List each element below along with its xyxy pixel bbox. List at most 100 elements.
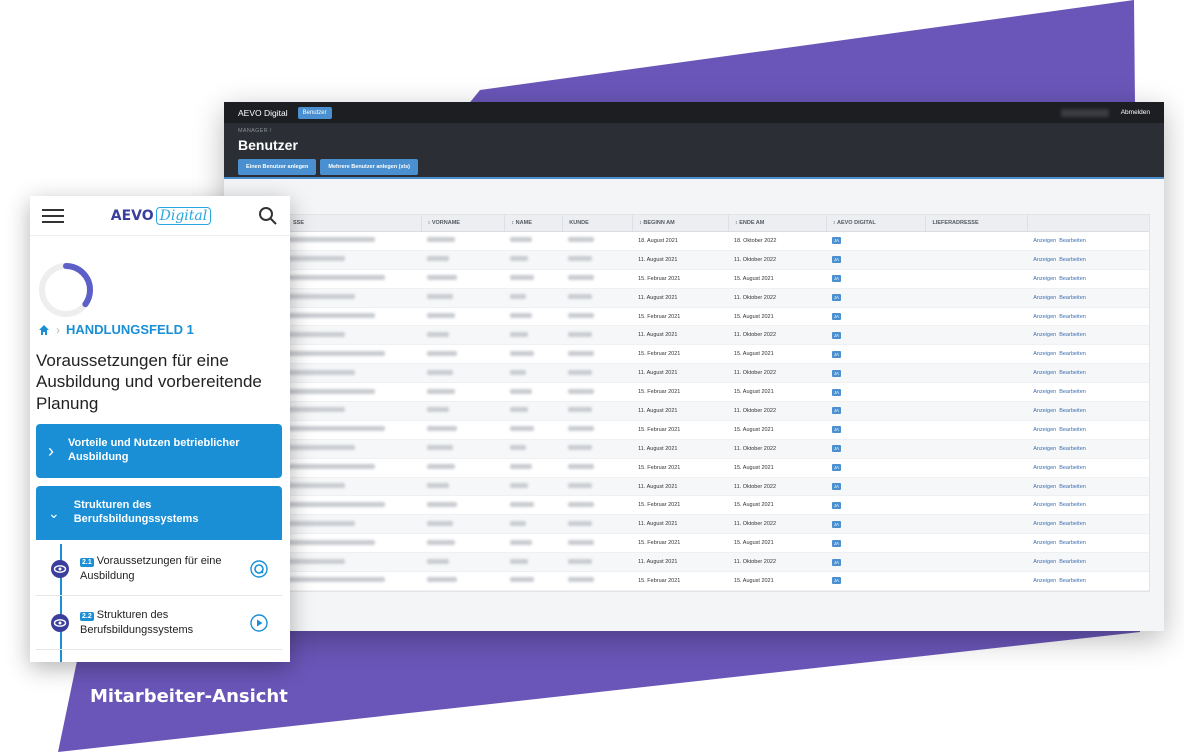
show-link[interactable]: Anzeigen bbox=[1033, 559, 1056, 565]
edit-link[interactable]: Bearbeiten bbox=[1059, 521, 1086, 527]
show-link[interactable]: Anzeigen bbox=[1033, 465, 1056, 471]
cell-vorname bbox=[421, 294, 505, 301]
cell-beginn: 11. August 2021 bbox=[638, 370, 678, 377]
cell-ende: 15. August 2021 bbox=[733, 351, 774, 358]
cell-kunde bbox=[562, 426, 632, 433]
edit-link[interactable]: Bearbeiten bbox=[1059, 370, 1086, 376]
show-link[interactable]: Anzeigen bbox=[1033, 351, 1056, 357]
edit-link[interactable]: Bearbeiten bbox=[1059, 408, 1086, 414]
column-header-beginn[interactable]: ↕ BEGINN AM bbox=[632, 215, 728, 231]
edit-link[interactable]: Bearbeiten bbox=[1059, 314, 1086, 320]
column-header-ende[interactable]: ↕ ENDE AM bbox=[727, 215, 826, 231]
edit-link[interactable]: Bearbeiten bbox=[1059, 484, 1086, 490]
edit-link[interactable]: Bearbeiten bbox=[1059, 427, 1086, 433]
cell-kunde bbox=[562, 350, 632, 358]
show-link[interactable]: Anzeigen bbox=[1033, 502, 1056, 508]
edit-link[interactable]: Bearbeiten bbox=[1059, 332, 1086, 338]
cell-ende: 11. Oktober 2022 bbox=[733, 445, 777, 452]
edit-link[interactable]: Bearbeiten bbox=[1059, 351, 1086, 357]
cell-beginn: 11. August 2021 bbox=[638, 332, 678, 339]
table-row: 11. August 2021 11. Oktober 2022 JA Anzeige… bbox=[239, 553, 1149, 573]
cell-name bbox=[504, 539, 562, 547]
show-link[interactable]: Anzeigen bbox=[1033, 389, 1056, 395]
show-link[interactable]: Anzeigen bbox=[1033, 446, 1056, 452]
accordion-vorteile[interactable]: › Vorteile und Nutzen betrieblicher Ausb… bbox=[36, 424, 282, 478]
cell-aevo-digital: JA bbox=[826, 237, 926, 245]
show-link[interactable]: Anzeigen bbox=[1033, 257, 1056, 263]
cell-kunde bbox=[562, 407, 632, 414]
table-row: 18. August 2021 18. Oktober 2022 JA Anzeige… bbox=[239, 232, 1149, 251]
status-badge: JA bbox=[831, 313, 841, 320]
play-icon[interactable] bbox=[250, 613, 268, 632]
cell-beginn: 11. August 2021 bbox=[638, 445, 678, 452]
cell-vorname bbox=[421, 558, 505, 566]
eye-icon bbox=[51, 613, 69, 632]
cell-aevo-digital: JA bbox=[826, 520, 926, 528]
edit-link[interactable]: Bearbeiten bbox=[1059, 540, 1086, 546]
cell-vorname bbox=[421, 520, 505, 528]
edit-link[interactable]: Bearbeiten bbox=[1059, 578, 1086, 584]
show-link[interactable]: Anzeigen bbox=[1033, 276, 1056, 282]
show-link[interactable]: Anzeigen bbox=[1033, 408, 1056, 414]
column-header-kunde[interactable]: KUNDE bbox=[562, 215, 632, 231]
logout-link[interactable]: Abmelden bbox=[1121, 109, 1150, 116]
lesson-item[interactable]: 2.2 Strukturen des Berufsbildungssystems bbox=[36, 596, 282, 650]
show-link[interactable]: Anzeigen bbox=[1033, 540, 1056, 546]
edit-link[interactable]: Bearbeiten bbox=[1059, 276, 1086, 282]
breadcrumb[interactable]: MANAGER / bbox=[238, 128, 1150, 134]
accordion-label: Vorteile und Nutzen betrieblicher Ausbil… bbox=[68, 437, 240, 463]
edit-link[interactable]: Bearbeiten bbox=[1059, 257, 1086, 263]
cell-kunde bbox=[562, 256, 632, 263]
cell-aevo-digital: JA bbox=[826, 426, 926, 434]
home-icon[interactable] bbox=[38, 324, 50, 336]
lesson-item[interactable]: 2.1 Voraussetzungen für eine Ausbildung bbox=[36, 542, 282, 596]
column-header-lieferadresse[interactable]: LIEFERADRESSE bbox=[925, 215, 1027, 231]
create-multiple-users-button[interactable]: Mehrere Benutzer anlegen (xls) bbox=[320, 159, 418, 175]
edit-link[interactable]: Bearbeiten bbox=[1059, 238, 1086, 244]
mobile-view: AEVO Digital › HANDLUNGSFELD 1 Voraussetz… bbox=[30, 196, 290, 662]
cell-kunde bbox=[562, 558, 632, 566]
cell-beginn: 15. Februar 2021 bbox=[638, 351, 681, 358]
breadcrumb-current[interactable]: HANDLUNGSFELD 1 bbox=[66, 322, 194, 337]
edit-link[interactable]: Bearbeiten bbox=[1059, 389, 1086, 395]
search-icon[interactable] bbox=[258, 206, 278, 226]
cell-actions: Anzeigen Bearbeiten bbox=[1027, 351, 1149, 357]
show-link[interactable]: Anzeigen bbox=[1033, 314, 1056, 320]
page-header: MANAGER / Benutzer Einen Benutzer anlege… bbox=[224, 123, 1164, 179]
show-link[interactable]: Anzeigen bbox=[1033, 521, 1056, 527]
breadcrumb: › HANDLUNGSFELD 1 bbox=[38, 322, 194, 337]
edit-link[interactable]: Bearbeiten bbox=[1059, 559, 1086, 565]
cell-name bbox=[504, 501, 562, 509]
cell-actions: Anzeigen Bearbeiten bbox=[1027, 257, 1149, 263]
brand-label[interactable]: AEVO Digital bbox=[238, 108, 288, 118]
show-link[interactable]: Anzeigen bbox=[1033, 370, 1056, 376]
edit-link[interactable]: Bearbeiten bbox=[1059, 295, 1086, 301]
create-user-button[interactable]: Einen Benutzer anlegen bbox=[238, 159, 317, 175]
show-link[interactable]: Anzeigen bbox=[1033, 295, 1056, 301]
accordion-strukturen[interactable]: ⌄ Strukturen des Berufsbildungssystems bbox=[36, 486, 282, 540]
show-link[interactable]: Anzeigen bbox=[1033, 578, 1056, 584]
status-badge: JA bbox=[831, 388, 841, 396]
edit-link[interactable]: Bearbeiten bbox=[1059, 502, 1086, 508]
menu-icon[interactable] bbox=[42, 208, 64, 223]
cell-ende: 11. Oktober 2022 bbox=[733, 370, 777, 377]
edit-link[interactable]: Bearbeiten bbox=[1059, 465, 1086, 471]
cell-actions: Anzeigen Bearbeiten bbox=[1027, 578, 1149, 584]
status-badge: JA bbox=[831, 275, 841, 283]
cell-actions: Anzeigen Bearbeiten bbox=[1027, 370, 1149, 376]
cell-ende: 18. Oktober 2022 bbox=[733, 237, 777, 244]
column-header-name[interactable]: ↕ NAME bbox=[504, 215, 562, 231]
cell-kunde bbox=[562, 275, 632, 282]
quiz-icon[interactable] bbox=[250, 559, 268, 578]
status-badge: JA bbox=[831, 256, 841, 264]
nav-tab-benutzer[interactable]: Benutzer bbox=[297, 106, 332, 119]
show-link[interactable]: Anzeigen bbox=[1033, 332, 1056, 338]
column-header-aevo-digital[interactable]: ↕ AEVO DIGITAL bbox=[825, 215, 926, 231]
column-header-vorname[interactable]: ↕ VORNAME bbox=[420, 215, 505, 231]
show-link[interactable]: Anzeigen bbox=[1033, 484, 1056, 490]
show-link[interactable]: Anzeigen bbox=[1033, 238, 1056, 244]
cell-vorname bbox=[421, 237, 505, 244]
edit-link[interactable]: Bearbeiten bbox=[1059, 446, 1086, 452]
show-link[interactable]: Anzeigen bbox=[1033, 427, 1056, 433]
cell-actions: Anzeigen Bearbeiten bbox=[1027, 314, 1149, 320]
